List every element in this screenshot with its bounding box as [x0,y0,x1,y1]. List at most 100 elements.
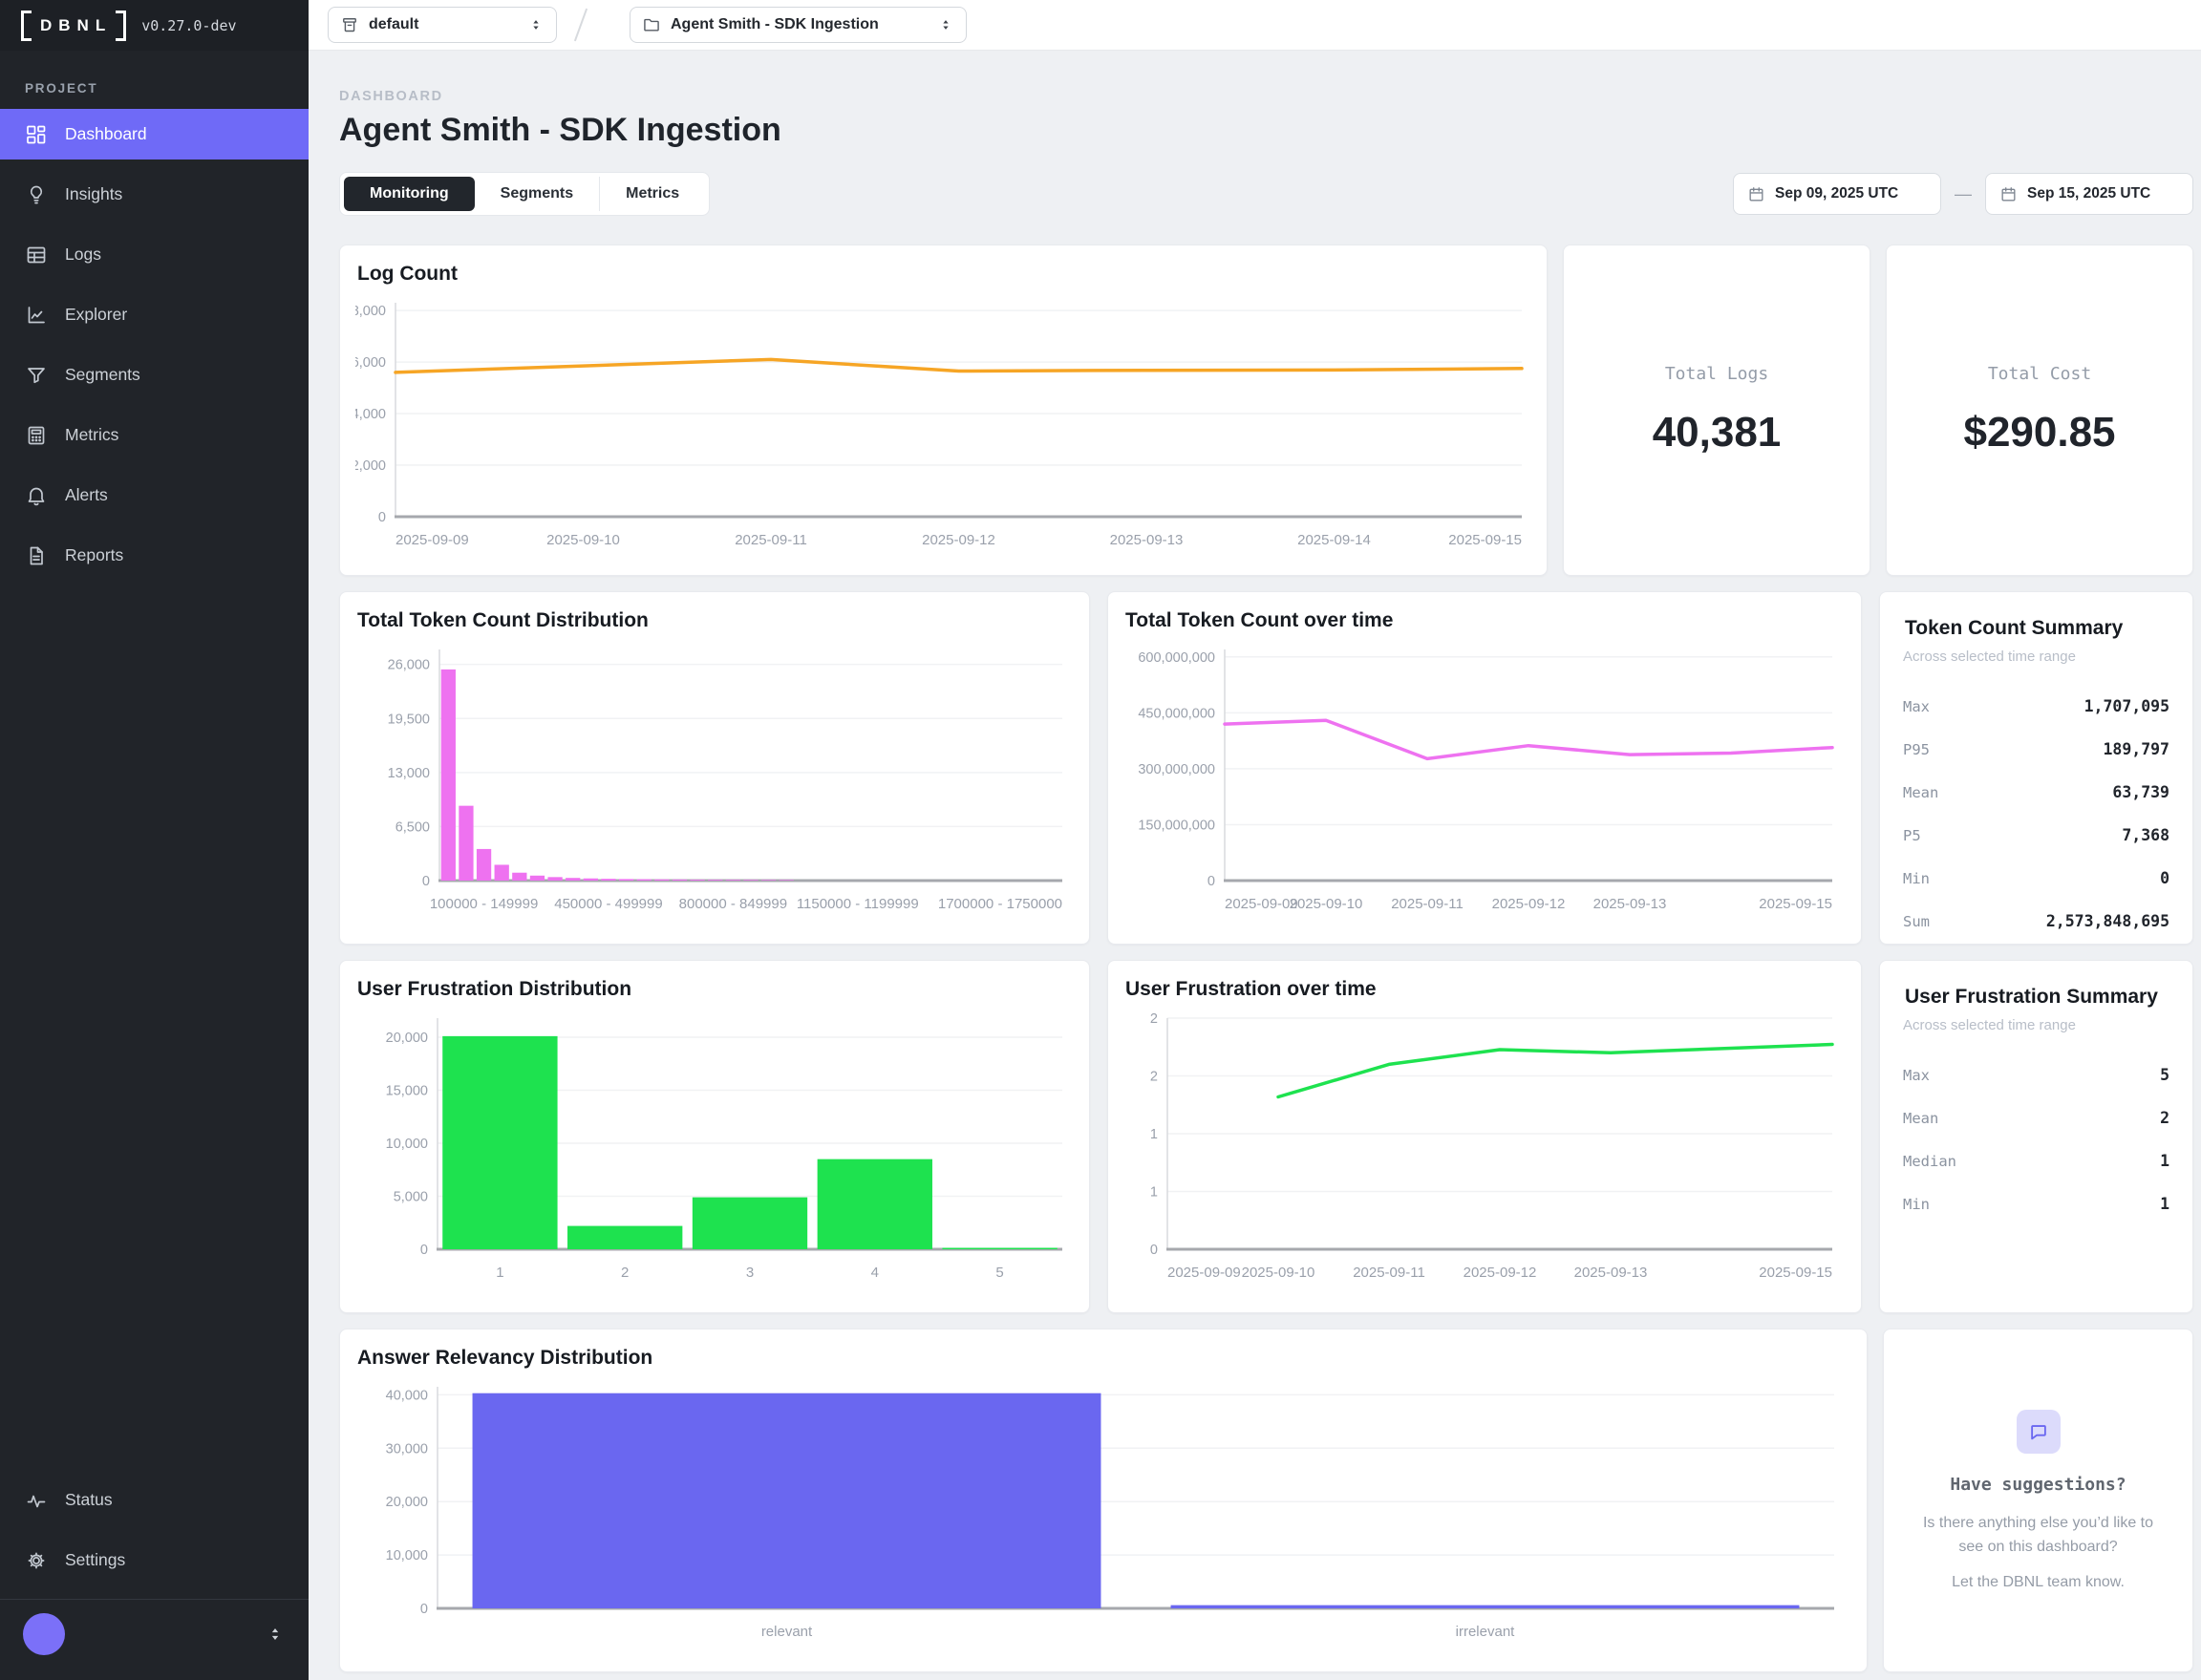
row-3: User Frustration Distribution 05,00010,0… [339,960,2193,1313]
logo-text: DBNL [40,16,112,35]
summary-row-label: Median [1903,1153,1956,1170]
summary-row: Min0 [1903,869,2169,887]
tab-metrics[interactable]: Metrics [599,177,705,211]
breadcrumb-slash [574,9,588,42]
summary-row: P57,368 [1903,826,2169,844]
tab-monitoring[interactable]: Monitoring [344,177,475,211]
svg-text:4,000: 4,000 [355,407,386,422]
sidebar-item-segments[interactable]: Segments [0,350,309,400]
svg-text:2025-09-11: 2025-09-11 [1353,1265,1425,1281]
svg-text:0: 0 [1207,874,1215,889]
tab-segments[interactable]: Segments [475,177,599,211]
summary-row: Sum2,573,848,695 [1903,912,2169,930]
avatar[interactable] [23,1613,65,1655]
folder-icon [642,15,661,34]
sidebar-item-label: Alerts [65,485,108,505]
user-frustration-over-time-card: User Frustration over time 011222025-09-… [1107,960,1862,1313]
tab-group: Monitoring Segments Metrics [339,172,710,216]
start-date-input[interactable]: Sep 09, 2025 UTC [1733,173,1941,215]
svg-text:6,000: 6,000 [355,355,386,371]
row-1: Log Count 02,0004,0006,0008,0002025-09-0… [339,245,2193,576]
svg-text:5,000: 5,000 [394,1189,428,1204]
bell-icon [25,484,48,507]
user-frustration-summary-card: User Frustration Summary Across selected… [1879,960,2193,1313]
svg-text:0: 0 [420,1243,428,1258]
suggestion-icon-box [2017,1410,2061,1454]
svg-text:irrelevant: irrelevant [1456,1624,1516,1640]
svg-text:2025-09-12: 2025-09-12 [1492,896,1566,912]
summary-row-value: 1 [2160,1152,2169,1170]
svg-text:0: 0 [420,1602,428,1617]
summary-row-value: 63,739 [2112,783,2169,801]
summary-row: Max 5 [1903,1066,2169,1084]
svg-text:1150000 - 1199999: 1150000 - 1199999 [797,896,919,912]
svg-text:2025-09-12: 2025-09-12 [1464,1265,1537,1281]
svg-text:0: 0 [422,874,430,889]
chevron-up-down-icon [527,16,545,33]
summary-row-value: 5 [2160,1066,2169,1084]
total-logs-label: Total Logs [1665,364,1768,384]
svg-text:10,000: 10,000 [386,1137,428,1152]
sidebar-item-settings[interactable]: Settings [0,1535,309,1585]
svg-text:2: 2 [1150,1011,1158,1027]
sidebar-item-logs[interactable]: Logs [0,229,309,280]
svg-text:2025-09-10: 2025-09-10 [1290,896,1363,912]
start-date-value: Sep 09, 2025 UTC [1775,185,1898,202]
svg-text:2025-09-15: 2025-09-15 [1448,532,1522,548]
svg-text:13,000: 13,000 [388,766,430,781]
svg-text:2: 2 [1150,1070,1158,1085]
svg-text:6,500: 6,500 [395,819,430,835]
svg-text:450000 - 499999: 450000 - 499999 [554,896,662,912]
svg-text:4: 4 [871,1265,879,1281]
svg-text:2025-09-10: 2025-09-10 [546,532,620,548]
sidebar-item-metrics[interactable]: Metrics [0,410,309,460]
topbar: default Agent Smith - SDK Ingestion [309,0,2201,51]
svg-text:2025-09-11: 2025-09-11 [1391,896,1464,912]
sidebar-item-explorer[interactable]: Explorer [0,289,309,340]
sidebar: DBNL v0.27.0-dev PROJECT Dashboard Insig… [0,0,309,1680]
end-date-input[interactable]: Sep 15, 2025 UTC [1985,173,2193,215]
svg-text:600,000,000: 600,000,000 [1138,650,1215,666]
answer-relevancy-distribution-chart: 010,00020,00030,00040,000relevantirrelev… [355,1375,1851,1659]
gear-icon [25,1549,48,1572]
token-count-over-time-card: Total Token Count over time 0150,000,000… [1107,591,1862,945]
svg-text:2025-09-13: 2025-09-13 [1593,896,1667,912]
summary-row-label: P5 [1903,827,1921,844]
project-select-value: Agent Smith - SDK Ingestion [671,16,879,33]
page-title: Agent Smith - SDK Ingestion [339,112,2193,149]
token-count-distribution-chart: 06,50013,00019,50026,000100000 - 1499994… [355,638,1074,931]
svg-text:2025-09-12: 2025-09-12 [922,532,995,548]
svg-text:2025-09-13: 2025-09-13 [1110,532,1184,548]
user-frustration-distribution-chart: 05,00010,00015,00020,00012345 [355,1007,1074,1300]
namespace-select[interactable]: default [328,7,557,43]
svg-text:2025-09-15: 2025-09-15 [1759,1265,1832,1281]
svg-text:2025-09-11: 2025-09-11 [735,532,807,548]
sidebar-item-reports[interactable]: Reports [0,530,309,581]
summary-row-value: 189,797 [2103,740,2169,758]
chart-title: Answer Relevancy Distribution [355,1345,1851,1370]
sidebar-item-label: Insights [65,184,122,204]
svg-text:100000 - 149999: 100000 - 149999 [430,896,538,912]
sidebar-item-insights[interactable]: Insights [0,169,309,220]
user-menu-button[interactable] [0,1600,309,1672]
sidebar-item-label: Explorer [65,305,127,325]
summary-row: Max1,707,095 [1903,697,2169,715]
svg-text:1: 1 [496,1265,503,1281]
sidebar-item-label: Settings [65,1550,125,1570]
sidebar-item-label: Reports [65,545,123,565]
project-select[interactable]: Agent Smith - SDK Ingestion [630,7,967,43]
summary-subtitle: Across selected time range [1903,649,2169,665]
chart-title: User Frustration over time [1123,976,1846,1001]
summary-row-value: 2 [2160,1109,2169,1127]
logo-bracket-right [116,11,126,41]
suggestions-card: Have suggestions? Is there anything else… [1883,1329,2193,1672]
sidebar-item-status[interactable]: Status [0,1475,309,1525]
svg-text:2025-09-14: 2025-09-14 [1297,532,1371,548]
svg-text:450,000,000: 450,000,000 [1138,706,1215,721]
app-version: v0.27.0-dev [141,17,236,34]
sidebar-item-alerts[interactable]: Alerts [0,470,309,521]
sidebar-item-dashboard[interactable]: Dashboard [0,109,309,159]
summary-row-label: Max [1903,1067,1930,1084]
svg-text:2025-09-13: 2025-09-13 [1574,1265,1648,1281]
table-icon [25,244,48,266]
